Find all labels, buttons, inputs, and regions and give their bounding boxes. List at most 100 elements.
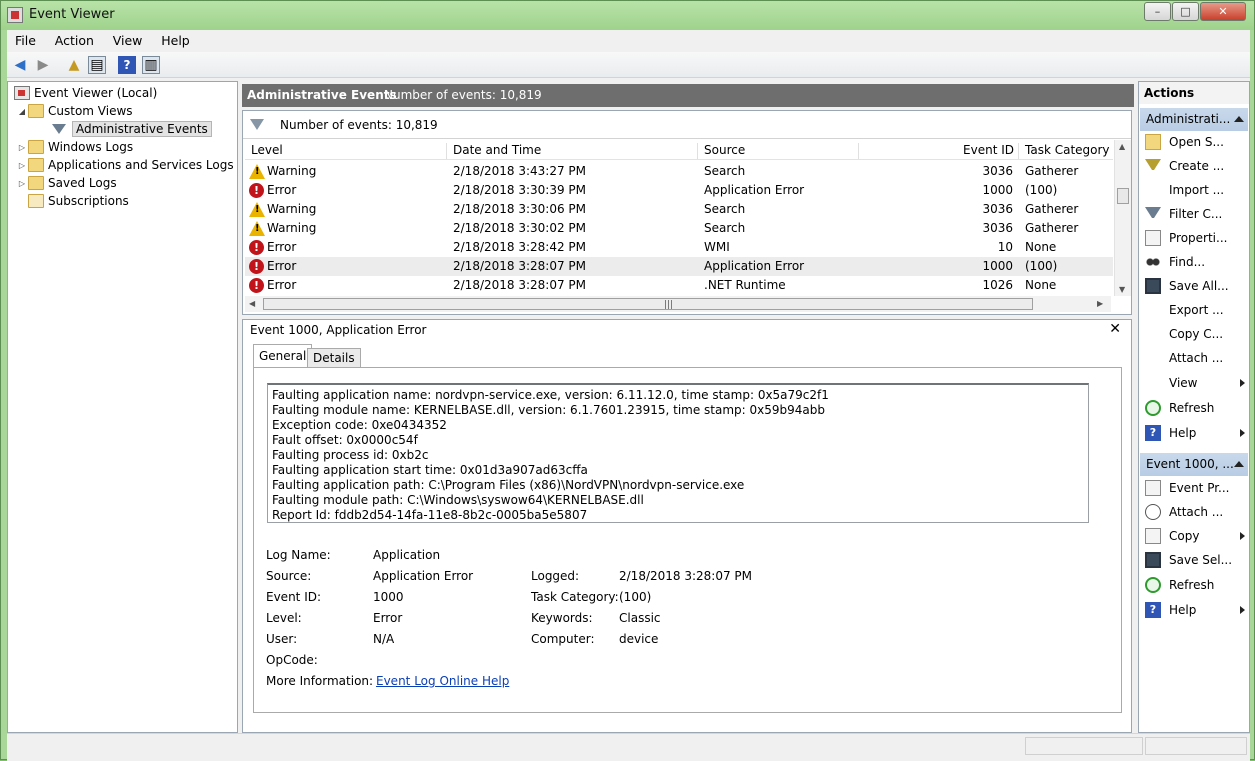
tree-item-custom-views[interactable]: ◢ Custom Views	[16, 102, 133, 120]
action-help[interactable]: ? Help	[1145, 423, 1245, 443]
cell-date-time: 2/18/2018 3:30:06 PM	[453, 202, 587, 216]
event-message[interactable]: Faulting application name: nordvpn-servi…	[267, 383, 1089, 523]
center-pane: Administrative Events Number of events: …	[242, 81, 1135, 733]
tree-item-administrative-events[interactable]: Administrative Events	[50, 120, 212, 138]
scroll-left-icon[interactable]: ◀	[249, 299, 255, 308]
action-create-custom-view[interactable]: Create ...	[1145, 156, 1245, 176]
collapsed-arrow-icon[interactable]: ▷	[16, 161, 28, 170]
tab-general[interactable]: General	[253, 344, 313, 368]
table-row[interactable]: ! Error 2/18/2018 3:28:42 PM WMI 10 None	[245, 238, 1113, 257]
action-save-all-events[interactable]: Save All...	[1145, 276, 1245, 296]
collapse-arrow-icon[interactable]	[1234, 461, 1244, 467]
tree-item-subscriptions[interactable]: Subscriptions	[28, 192, 129, 210]
level-label: Level:	[266, 611, 302, 625]
scroll-up-icon[interactable]: ▲	[1119, 142, 1125, 151]
up-folder-icon[interactable]: ▲	[65, 56, 83, 74]
action-view[interactable]: View	[1145, 373, 1245, 393]
scroll-down-icon[interactable]: ▼	[1119, 285, 1125, 294]
action-save-selected-events[interactable]: Save Sel...	[1145, 550, 1245, 570]
action-properties[interactable]: Properti...	[1145, 228, 1245, 248]
scroll-right-icon[interactable]: ▶	[1097, 299, 1103, 308]
table-row[interactable]: Warning 2/18/2018 3:30:02 PM Search 3036…	[245, 219, 1113, 238]
column-header-event-id[interactable]: Event ID	[859, 143, 1019, 159]
action-label: Properti...	[1169, 231, 1228, 245]
table-row-selected[interactable]: ! Error 2/18/2018 3:28:07 PM Application…	[245, 257, 1113, 276]
action-event-properties[interactable]: Event Pr...	[1145, 478, 1245, 498]
close-detail-icon[interactable]: ✕	[1109, 321, 1121, 337]
action-copy[interactable]: Copy	[1145, 526, 1245, 546]
message-line: Faulting application path: C:\Program Fi…	[272, 478, 745, 492]
action-refresh-event[interactable]: Refresh	[1145, 575, 1245, 595]
cell-date-time: 2/18/2018 3:28:07 PM	[453, 278, 587, 292]
message-line: Fault offset: 0x0000c54f	[272, 433, 418, 447]
tab-details[interactable]: Details	[307, 348, 361, 368]
scroll-thumb[interactable]: |||	[263, 298, 1033, 310]
menu-file[interactable]: File	[7, 30, 43, 48]
cell-source: Search	[704, 221, 746, 235]
table-row[interactable]: Warning 2/18/2018 3:43:27 PM Search 3036…	[245, 162, 1113, 181]
column-header-task-category[interactable]: Task Category	[1019, 143, 1113, 159]
title-bar[interactable]: Event Viewer – □ ✕	[1, 1, 1254, 30]
opcode-label: OpCode:	[266, 653, 318, 667]
table-row[interactable]: ! Error 2/18/2018 3:28:07 PM .NET Runtim…	[245, 276, 1113, 295]
filter-count: Number of events: 10,819	[280, 118, 438, 132]
action-export-custom-view[interactable]: Export ...	[1145, 300, 1245, 320]
warning-icon	[249, 164, 265, 179]
action-label: Copy C...	[1169, 327, 1224, 341]
action-import-custom-view[interactable]: Import ...	[1145, 180, 1245, 200]
cell-task-category: (100)	[1025, 183, 1058, 197]
column-header-source[interactable]: Source	[698, 143, 859, 159]
expanded-arrow-icon[interactable]: ◢	[16, 107, 28, 116]
menu-help[interactable]: Help	[153, 30, 197, 48]
action-attach-task[interactable]: Attach ...	[1145, 348, 1245, 368]
action-label: Open S...	[1169, 135, 1224, 149]
save-icon	[1145, 552, 1161, 568]
action-copy-custom-view[interactable]: Copy C...	[1145, 324, 1245, 344]
minimize-button[interactable]: –	[1144, 2, 1171, 21]
filter-icon	[250, 119, 264, 130]
action-attach-task-to-event[interactable]: Attach ...	[1145, 502, 1245, 522]
action-find[interactable]: Find...	[1145, 252, 1245, 272]
action-label: Refresh	[1169, 578, 1215, 592]
tree-item-event-viewer-local[interactable]: Event Viewer (Local)	[14, 84, 157, 102]
action-help-event[interactable]: ? Help	[1145, 600, 1245, 620]
back-icon[interactable]: ◀	[11, 56, 29, 74]
event-log-online-help-link[interactable]: Event Log Online Help	[376, 674, 509, 688]
help-icon[interactable]: ?	[118, 56, 136, 74]
collapsed-arrow-icon[interactable]: ▷	[16, 179, 28, 188]
tree-item-saved-logs[interactable]: ▷ Saved Logs	[16, 174, 117, 192]
show-hide-action-pane-icon[interactable]: ▥	[142, 56, 160, 74]
collapsed-arrow-icon[interactable]: ▷	[16, 143, 28, 152]
table-row[interactable]: Warning 2/18/2018 3:30:06 PM Search 3036…	[245, 200, 1113, 219]
actions-section-administrative-events[interactable]: Administrati...	[1140, 108, 1248, 131]
table-row[interactable]: ! Error 2/18/2018 3:30:39 PM Application…	[245, 181, 1113, 200]
logged-value: 2/18/2018 3:28:07 PM	[619, 569, 753, 583]
cell-level: Warning	[267, 221, 317, 235]
collapse-arrow-icon[interactable]	[1234, 116, 1244, 122]
section-label: Event 1000, ...	[1146, 457, 1234, 471]
actions-section-event-1000[interactable]: Event 1000, ...	[1140, 453, 1248, 476]
column-header-level[interactable]: Level	[245, 143, 447, 159]
maximize-button[interactable]: □	[1172, 2, 1199, 21]
view-title: Administrative Events	[247, 88, 397, 102]
tree-item-windows-logs[interactable]: ▷ Windows Logs	[16, 138, 133, 156]
forward-icon[interactable]: ▶	[34, 56, 52, 74]
tree-item-applications-and-services-logs[interactable]: ▷ Applications and Services Logs	[16, 156, 234, 174]
show-hide-console-tree-icon[interactable]: ▤	[88, 56, 106, 74]
action-filter-current-view[interactable]: Filter C...	[1145, 204, 1245, 224]
close-button[interactable]: ✕	[1200, 2, 1246, 21]
horizontal-scrollbar[interactable]: ◀ ||| ▶	[245, 296, 1111, 312]
menu-action[interactable]: Action	[47, 30, 101, 48]
client-area: File Action View Help ◀ ▶ ▲ ▤ ? ▥ Event …	[7, 30, 1250, 761]
cell-source: Search	[704, 202, 746, 216]
column-header-date-time[interactable]: Date and Time	[447, 143, 698, 159]
menu-view[interactable]: View	[105, 30, 150, 48]
cell-task-category: Gatherer	[1025, 221, 1079, 235]
action-refresh[interactable]: Refresh	[1145, 398, 1245, 418]
scroll-thumb[interactable]	[1117, 188, 1129, 204]
blank-icon	[1145, 350, 1161, 366]
vertical-scrollbar[interactable]: ▲ ▼	[1114, 140, 1131, 296]
detail-title: Event 1000, Application Error	[250, 323, 427, 337]
event-list-panel: Number of events: 10,819 Level Date and …	[242, 110, 1132, 315]
action-open-saved-log[interactable]: Open S...	[1145, 132, 1245, 152]
